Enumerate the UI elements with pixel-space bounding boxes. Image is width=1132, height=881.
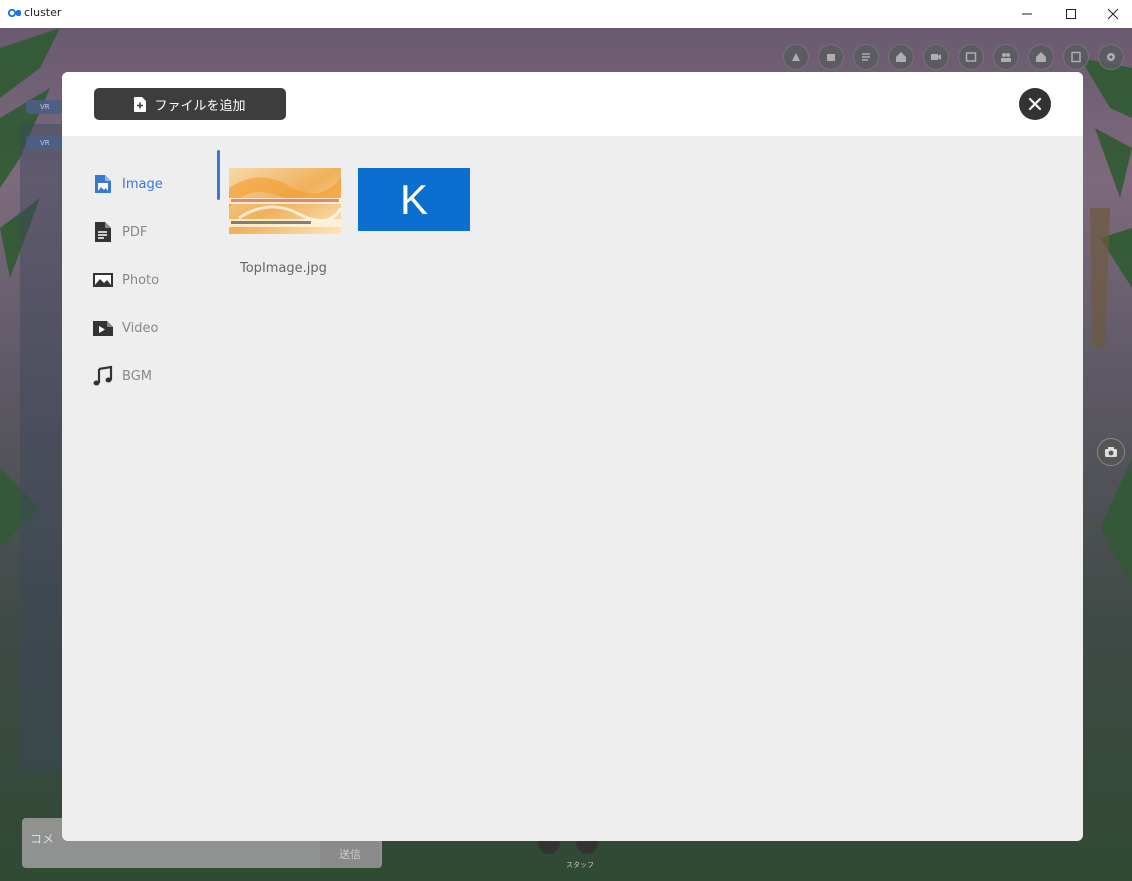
close-icon — [1028, 97, 1042, 111]
thumbnail-letter: K — [399, 175, 428, 223]
house-settings-icon — [896, 52, 906, 62]
vr-chip: VR — [26, 100, 62, 114]
item-button[interactable] — [818, 44, 844, 70]
file-thumbnail-topimage[interactable] — [229, 168, 341, 234]
photo-icon — [93, 273, 113, 287]
add-file-label: ファイルを追加 — [154, 98, 246, 114]
close-modal-button[interactable] — [1019, 88, 1051, 120]
category-label: PDF — [122, 224, 148, 240]
image-file-icon — [95, 175, 111, 193]
category-photo[interactable]: Photo — [92, 256, 212, 304]
left-side-panel — [20, 124, 64, 774]
list-button[interactable] — [853, 44, 879, 70]
exit-icon — [1071, 51, 1081, 63]
minimize-icon — [1022, 13, 1032, 15]
users-icon — [1001, 53, 1011, 62]
emote-icon — [792, 53, 800, 61]
box-icon — [827, 54, 835, 61]
maximize-button[interactable] — [1048, 0, 1094, 28]
window-titlebar: cluster — [0, 0, 1132, 28]
add-file-button[interactable]: ファイルを追加 — [94, 88, 286, 120]
maximize-icon — [1066, 9, 1076, 19]
users-button[interactable] — [993, 44, 1019, 70]
list-icon — [862, 53, 870, 61]
category-bgm[interactable]: BGM — [92, 352, 212, 400]
send-button[interactable]: 送信 — [320, 840, 380, 868]
comment-placeholder: コメ — [30, 832, 55, 846]
screen-icon — [965, 52, 977, 62]
file-name: TopImage.jpg — [240, 261, 327, 276]
vr-chip: VR — [26, 136, 62, 150]
active-indicator — [217, 150, 220, 200]
modal-header: ファイルを追加 — [62, 72, 1083, 136]
emote-button[interactable] — [783, 44, 809, 70]
staff-label: スタッフ — [566, 861, 594, 869]
home-icon — [1036, 52, 1046, 62]
close-window-button[interactable] — [1090, 0, 1132, 28]
video-icon — [93, 321, 113, 336]
music-note-icon — [93, 365, 113, 386]
category-video[interactable]: Video — [92, 304, 212, 352]
screen-button[interactable] — [958, 44, 984, 70]
video-camera-icon — [931, 54, 941, 60]
camera-icon — [1105, 447, 1117, 457]
close-icon — [1107, 8, 1119, 20]
category-label: BGM — [122, 368, 152, 384]
space-button[interactable] — [888, 44, 914, 70]
category-pdf[interactable]: PDF — [92, 208, 212, 256]
category-label: Photo — [122, 272, 160, 288]
minimize-button[interactable] — [1004, 0, 1050, 28]
home-button[interactable] — [1028, 44, 1054, 70]
category-label: Image — [122, 176, 163, 192]
category-image[interactable]: Image — [92, 160, 212, 208]
camera-button[interactable] — [1097, 438, 1125, 466]
orange-collage-image — [229, 168, 341, 234]
gear-icon — [1107, 53, 1115, 61]
category-list: Image PDF Photo Video BGM — [92, 160, 212, 400]
file-manager-modal: ファイルを追加 Image PDF Photo Video BGM K TopI… — [62, 72, 1083, 841]
settings-button[interactable] — [1098, 44, 1124, 70]
add-file-icon — [134, 96, 147, 112]
exit-button[interactable] — [1063, 44, 1089, 70]
top-toolbar — [783, 44, 1124, 70]
cluster-logo-icon — [8, 8, 21, 18]
pdf-file-icon — [95, 222, 111, 242]
video-button[interactable] — [923, 44, 949, 70]
window-title: cluster — [24, 6, 62, 19]
file-thumbnail-k[interactable]: K — [358, 168, 470, 231]
category-label: Video — [122, 320, 159, 336]
